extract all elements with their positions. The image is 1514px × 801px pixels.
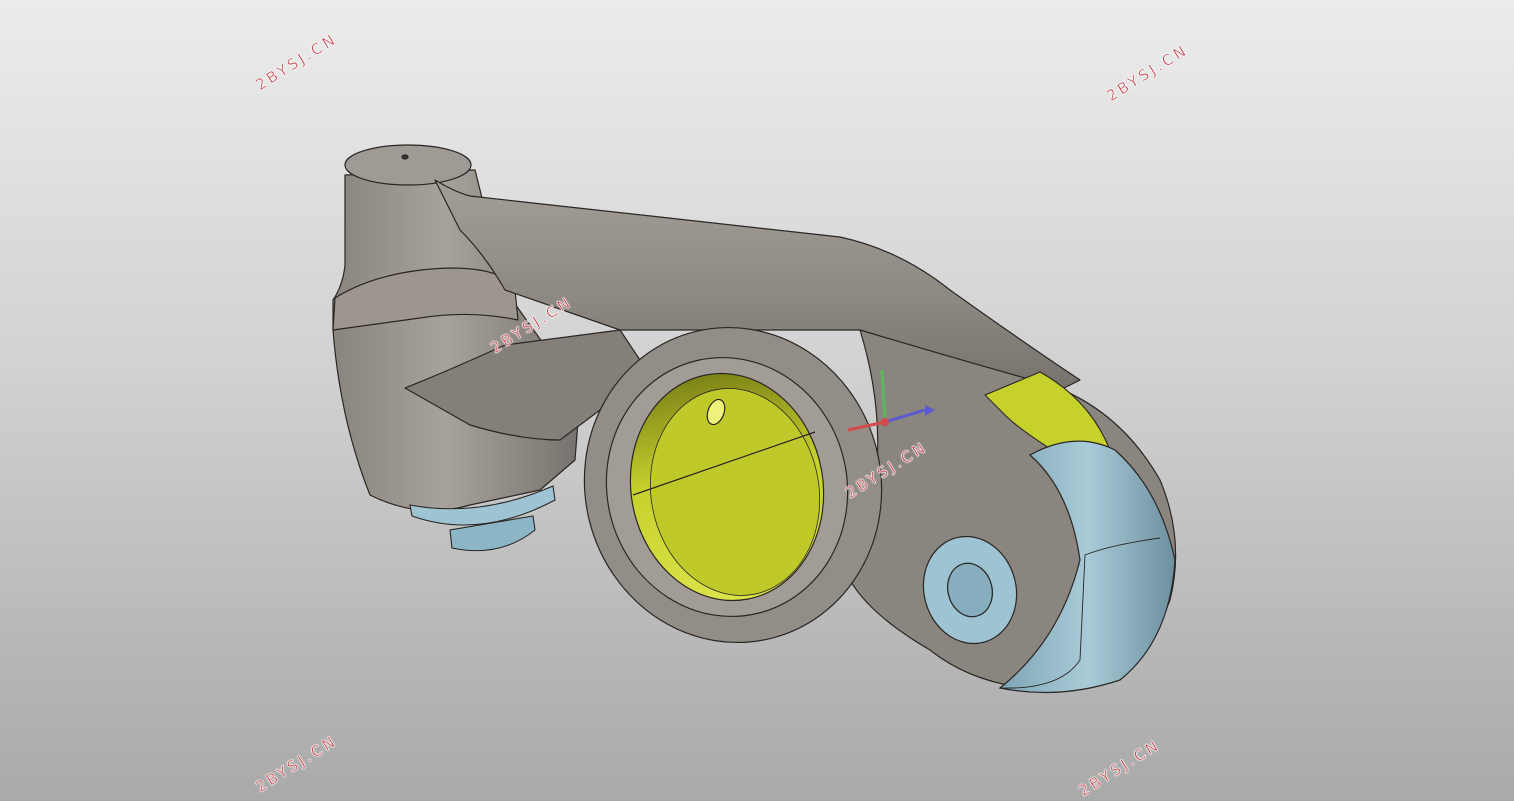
rocker-arm-model[interactable] bbox=[0, 0, 1514, 801]
cad-viewport[interactable]: 2BYSJ.CN 2BYSJ.CN 2BYSJ.CN 2BYSJ.CN 2BYS… bbox=[0, 0, 1514, 801]
